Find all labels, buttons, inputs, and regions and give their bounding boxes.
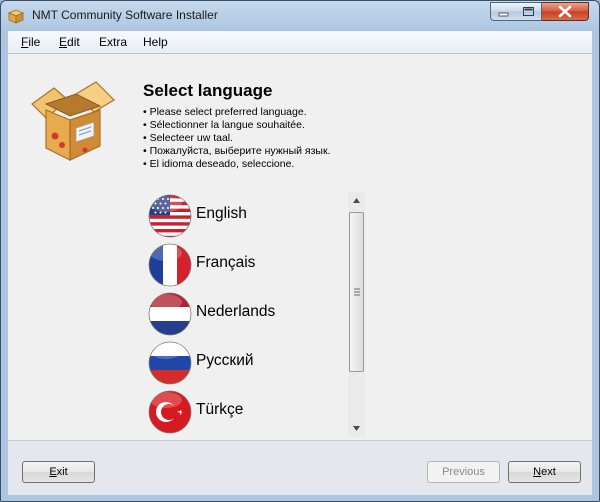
language-label: Türkçe bbox=[196, 401, 244, 418]
scrollbar-thumb[interactable] bbox=[349, 212, 364, 372]
menu-edit-label: dit bbox=[67, 35, 80, 49]
menu-bar: File Edit Extra Help bbox=[8, 31, 592, 54]
menu-edit-mnemonic: E bbox=[59, 35, 68, 49]
turkey-flag-icon bbox=[148, 390, 192, 434]
content-panel: Select language Please select preferred … bbox=[8, 54, 592, 440]
language-option-dutch[interactable]: Nederlands bbox=[146, 290, 346, 336]
installer-window: NMT Community Software Installer File Ed… bbox=[0, 0, 600, 502]
us-flag-icon bbox=[148, 194, 192, 238]
language-list-scrollbar[interactable] bbox=[348, 192, 365, 437]
next-button[interactable]: Next bbox=[508, 461, 581, 483]
close-icon bbox=[558, 5, 572, 18]
next-label: ext bbox=[541, 466, 556, 478]
page-heading: Select language bbox=[143, 81, 273, 100]
app-box-icon bbox=[7, 9, 25, 24]
menu-extra[interactable]: Extra bbox=[99, 35, 127, 49]
language-option-english[interactable]: English bbox=[146, 192, 346, 238]
close-button[interactable] bbox=[542, 2, 589, 21]
previous-button[interactable]: Previous bbox=[427, 461, 500, 483]
menu-help[interactable]: Help bbox=[143, 35, 168, 49]
minimize-button[interactable] bbox=[490, 2, 517, 21]
scroll-up-icon[interactable] bbox=[348, 192, 365, 209]
minimize-icon bbox=[498, 12, 509, 17]
menu-file-label: ile bbox=[28, 35, 41, 49]
menu-file[interactable]: File bbox=[21, 35, 40, 49]
exit-mnemonic: E bbox=[49, 466, 57, 478]
next-mnemonic: N bbox=[533, 466, 542, 478]
scroll-down-icon[interactable] bbox=[348, 420, 365, 437]
scroll-grip-icon bbox=[354, 288, 360, 296]
instruction-item: Please select preferred language. bbox=[143, 106, 330, 119]
exit-button[interactable]: Exit bbox=[22, 461, 95, 483]
instruction-item: Selecteer uw taal. bbox=[143, 132, 330, 145]
language-option-russian[interactable]: Русский bbox=[146, 339, 346, 385]
menu-help-label: Help bbox=[143, 35, 168, 49]
instruction-item: El idioma deseado, seleccione. bbox=[143, 158, 330, 171]
language-label: Русский bbox=[196, 352, 254, 369]
language-option-french[interactable]: Français bbox=[146, 241, 346, 287]
title-bar[interactable]: NMT Community Software Installer bbox=[1, 1, 599, 31]
menu-edit[interactable]: Edit bbox=[59, 35, 80, 49]
menu-extra-label: Extra bbox=[99, 35, 128, 49]
netherlands-flag-icon bbox=[148, 292, 192, 336]
button-bar: Exit Previous Next bbox=[8, 440, 592, 495]
language-label: Français bbox=[196, 254, 256, 271]
instruction-item: Пожалуйста, выберите нужный язык. bbox=[143, 145, 331, 158]
instruction-item: Sélectionner la langue souhaitée. bbox=[143, 119, 330, 132]
maximize-icon bbox=[523, 7, 534, 16]
instruction-list: Please select preferred language. Sélect… bbox=[143, 106, 331, 171]
maximize-button[interactable] bbox=[516, 2, 542, 21]
previous-label: Previous bbox=[442, 466, 485, 478]
language-label: English bbox=[196, 205, 247, 222]
window-title: NMT Community Software Installer bbox=[32, 8, 218, 22]
language-list[interactable]: English Français Nederlands Русский Türk… bbox=[146, 192, 346, 437]
language-option-turkish[interactable]: Türkçe bbox=[146, 388, 346, 434]
france-flag-icon bbox=[148, 243, 192, 287]
russia-flag-icon bbox=[148, 341, 192, 385]
exit-label: xit bbox=[56, 466, 68, 478]
language-label: Nederlands bbox=[196, 303, 276, 320]
package-box-icon bbox=[31, 81, 115, 161]
